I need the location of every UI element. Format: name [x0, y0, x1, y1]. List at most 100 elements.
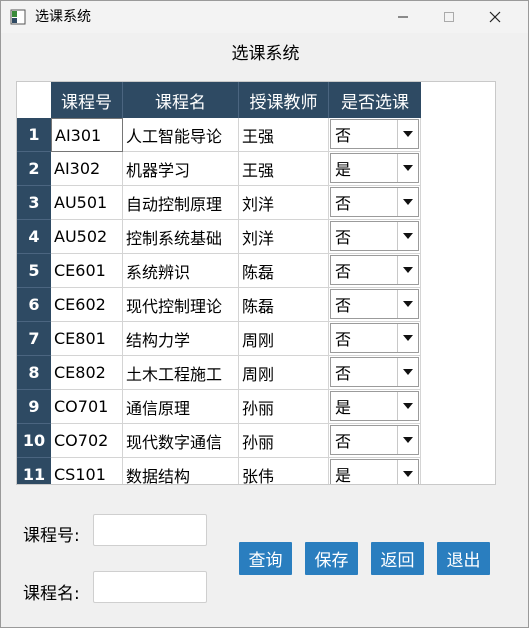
dropdown-arrow-icon[interactable]: [397, 358, 418, 386]
cell-course-name[interactable]: 人工智能导论: [123, 118, 239, 152]
cell-course-name[interactable]: 机器学习: [123, 152, 239, 186]
back-button[interactable]: 返回: [371, 542, 424, 575]
dropdown-arrow-icon[interactable]: [397, 120, 418, 148]
row-header[interactable]: 2: [17, 152, 51, 186]
dropdown-arrow-icon[interactable]: [397, 290, 418, 318]
dropdown-arrow-icon[interactable]: [397, 426, 418, 454]
cell-course-id[interactable]: AU501: [51, 186, 123, 220]
chevron-down-icon: [403, 369, 413, 375]
row-header[interactable]: 7: [17, 322, 51, 356]
cell-course-id[interactable]: CO702: [51, 424, 123, 458]
cell-course-name[interactable]: 系统辨识: [123, 254, 239, 288]
chevron-down-icon: [403, 267, 413, 273]
scroll-up-button[interactable]: [495, 82, 496, 98]
dropdown-arrow-icon[interactable]: [397, 256, 418, 284]
header-selected[interactable]: 是否选课: [329, 82, 421, 118]
cell-teacher[interactable]: 孙丽: [239, 390, 329, 424]
row-header[interactable]: 3: [17, 186, 51, 220]
query-button[interactable]: 查询: [239, 542, 292, 575]
close-button[interactable]: [472, 1, 518, 33]
cell-course-id[interactable]: CS101: [51, 458, 123, 484]
cell-teacher[interactable]: 孙丽: [239, 424, 329, 458]
cell-course-id[interactable]: AI301: [51, 118, 123, 152]
course-name-input[interactable]: [93, 571, 207, 603]
cell-course-name[interactable]: 通信原理: [123, 390, 239, 424]
combobox-value: 否: [335, 262, 352, 281]
cell-teacher[interactable]: 陈磊: [239, 288, 329, 322]
dropdown-arrow-icon[interactable]: [397, 324, 418, 352]
cell-course-id[interactable]: CE602: [51, 288, 123, 322]
row-header[interactable]: 9: [17, 390, 51, 424]
cell-course-id[interactable]: AU502: [51, 220, 123, 254]
cell-course-name[interactable]: 现代控制理论: [123, 288, 239, 322]
combobox-value: 是: [335, 398, 352, 417]
page-title: 选课系统: [231, 44, 300, 64]
select-course-combobox[interactable]: 否: [330, 357, 419, 387]
cell-teacher[interactable]: 周刚: [239, 322, 329, 356]
combobox-value: 是: [335, 466, 352, 485]
cell-teacher[interactable]: 周刚: [239, 356, 329, 390]
select-course-combobox[interactable]: 否: [330, 425, 419, 455]
minimize-button[interactable]: [380, 1, 426, 33]
row-header[interactable]: 4: [17, 220, 51, 254]
cell-course-id[interactable]: CE801: [51, 322, 123, 356]
chevron-down-icon: [403, 165, 413, 171]
save-button[interactable]: 保存: [305, 542, 358, 575]
cell-course-name[interactable]: 自动控制原理: [123, 186, 239, 220]
title-bar: 选课系统: [1, 1, 528, 33]
header-course-id[interactable]: 课程号: [51, 82, 123, 118]
dropdown-arrow-icon[interactable]: [397, 222, 418, 250]
dropdown-arrow-icon[interactable]: [397, 188, 418, 216]
cell-course-name[interactable]: 控制系统基础: [123, 220, 239, 254]
cell-teacher[interactable]: 张伟: [239, 458, 329, 484]
table-corner: [17, 82, 51, 118]
chevron-down-icon: [403, 301, 413, 307]
cell-selected: 否: [329, 118, 421, 152]
cell-course-id[interactable]: AI302: [51, 152, 123, 186]
header-teacher[interactable]: 授课教师: [239, 82, 329, 118]
cell-teacher[interactable]: 陈磊: [239, 254, 329, 288]
cell-course-id[interactable]: CE802: [51, 356, 123, 390]
select-course-combobox[interactable]: 是: [330, 391, 419, 421]
cell-course-name[interactable]: 结构力学: [123, 322, 239, 356]
row-header[interactable]: 10: [17, 424, 51, 458]
cell-teacher[interactable]: 刘洋: [239, 186, 329, 220]
header-course-name[interactable]: 课程名: [123, 82, 239, 118]
close-icon: [489, 11, 501, 23]
select-course-combobox[interactable]: 是: [330, 153, 419, 183]
cell-course-name[interactable]: 数据结构: [123, 458, 239, 484]
row-header[interactable]: 1: [17, 118, 51, 152]
select-course-combobox[interactable]: 是: [330, 459, 419, 485]
select-course-combobox[interactable]: 否: [330, 289, 419, 319]
vertical-scrollbar[interactable]: [495, 82, 496, 484]
dropdown-arrow-icon[interactable]: [397, 154, 418, 182]
cell-selected: 否: [329, 186, 421, 220]
row-header[interactable]: 5: [17, 254, 51, 288]
row-header[interactable]: 8: [17, 356, 51, 390]
dropdown-arrow-icon[interactable]: [397, 392, 418, 420]
cell-course-id[interactable]: CO701: [51, 390, 123, 424]
cell-course-name[interactable]: 现代数字通信: [123, 424, 239, 458]
cell-course-id[interactable]: CE601: [51, 254, 123, 288]
cell-teacher[interactable]: 王强: [239, 152, 329, 186]
combobox-value: 否: [335, 330, 352, 349]
dropdown-arrow-icon[interactable]: [397, 460, 418, 484]
chevron-down-icon: [403, 437, 413, 443]
cell-selected: 是: [329, 458, 421, 485]
cell-teacher[interactable]: 刘洋: [239, 220, 329, 254]
select-course-combobox[interactable]: 否: [330, 187, 419, 217]
select-course-combobox[interactable]: 否: [330, 119, 419, 149]
cell-course-name[interactable]: 土木工程施工: [123, 356, 239, 390]
select-course-combobox[interactable]: 否: [330, 323, 419, 353]
row-header[interactable]: 6: [17, 288, 51, 322]
combobox-value: 否: [335, 228, 352, 247]
select-course-combobox[interactable]: 否: [330, 221, 419, 251]
maximize-button[interactable]: [426, 1, 472, 33]
select-course-combobox[interactable]: 否: [330, 255, 419, 285]
row-header[interactable]: 11: [17, 458, 51, 484]
course-id-input[interactable]: [93, 514, 207, 546]
exit-button[interactable]: 退出: [437, 542, 490, 575]
cell-selected: 是: [329, 152, 421, 186]
cell-selected: 否: [329, 322, 421, 356]
cell-teacher[interactable]: 王强: [239, 118, 329, 152]
